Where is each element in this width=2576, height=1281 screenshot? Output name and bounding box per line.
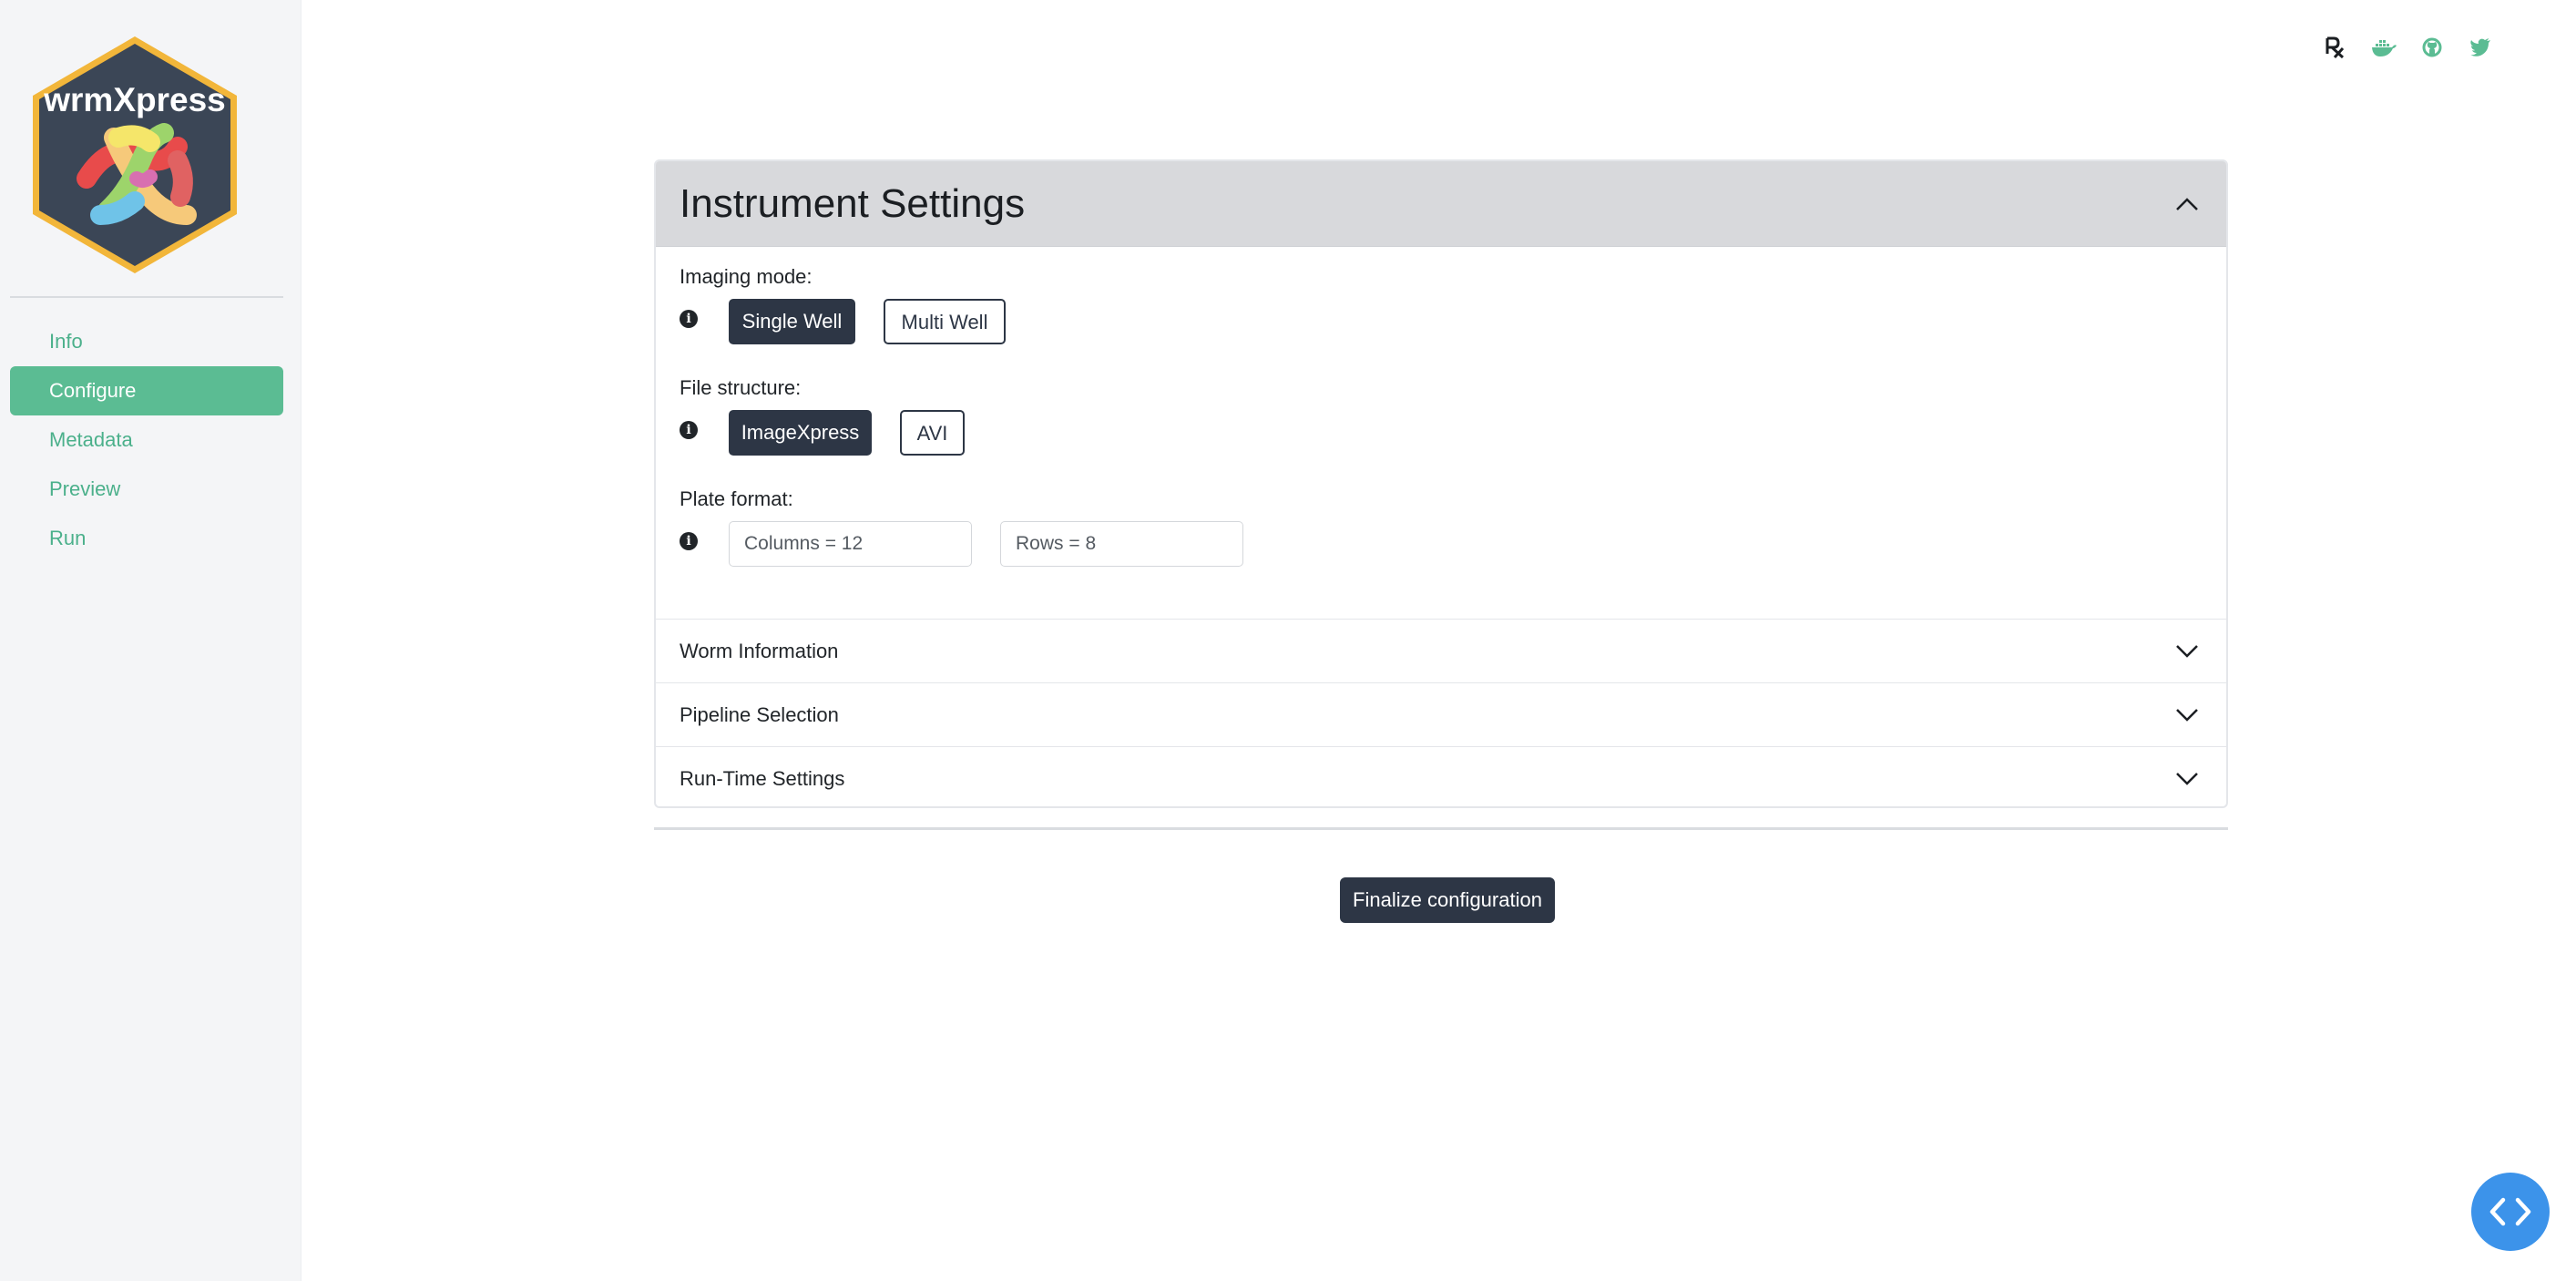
sidebar-divider (10, 296, 283, 298)
divider (654, 827, 2228, 830)
chevron-down-icon[interactable] (2175, 644, 2199, 659)
chevron-down-icon[interactable] (2175, 708, 2199, 722)
code-icon (2489, 1197, 2531, 1226)
accordion-run-time-settings[interactable]: Run-Time Settings (656, 746, 2226, 810)
sidebar-item-metadata[interactable]: Metadata (10, 415, 283, 465)
top-icon-bar (2321, 33, 2514, 62)
instrument-settings-header[interactable]: Instrument Settings (656, 161, 2226, 247)
sidebar: wrmXpress Info Configure Metadata Previe… (0, 0, 302, 1281)
accordion-label: Worm Information (680, 639, 839, 662)
accordion-worm-information[interactable]: Worm Information (656, 619, 2226, 682)
plate-format-info-icon[interactable]: i (680, 532, 698, 550)
wrmxpress-logo[interactable]: wrmXpress (27, 33, 242, 277)
github-icon[interactable] (2418, 33, 2447, 62)
rows-input[interactable]: Rows = 8 (1000, 521, 1243, 567)
imagexpress-button[interactable]: ImageXpress (729, 410, 872, 456)
multi-well-button[interactable]: Multi Well (884, 299, 1006, 344)
instrument-settings-card: Instrument Settings Imaging mode: i Sing… (654, 159, 2228, 808)
card-title: Instrument Settings (680, 180, 1026, 226)
rx-icon[interactable] (2321, 33, 2350, 62)
finalize-configuration-button[interactable]: Finalize configuration (1340, 877, 1555, 923)
sidebar-item-configure[interactable]: Configure (10, 366, 283, 415)
imaging-mode-label: Imaging mode: (680, 265, 813, 288)
sidebar-nav: Info Configure Metadata Preview Run (10, 317, 283, 563)
columns-input[interactable]: Columns = 12 (729, 521, 972, 567)
sidebar-item-info[interactable]: Info (10, 317, 283, 366)
file-structure-info-icon[interactable]: i (680, 421, 698, 439)
docker-icon[interactable] (2369, 33, 2398, 62)
chevron-down-icon[interactable] (2175, 772, 2199, 786)
accordion-label: Pipeline Selection (680, 702, 839, 726)
sidebar-item-run[interactable]: Run (10, 514, 283, 563)
chevron-up-icon[interactable] (2175, 197, 2199, 211)
logo-text: wrmXpress (43, 81, 226, 118)
imaging-mode-info-icon[interactable]: i (680, 310, 698, 328)
single-well-button[interactable]: Single Well (729, 299, 855, 344)
avi-button[interactable]: AVI (900, 410, 965, 456)
accordion-pipeline-selection[interactable]: Pipeline Selection (656, 682, 2226, 746)
accordion-label: Run-Time Settings (680, 766, 845, 790)
twitter-icon[interactable] (2466, 33, 2495, 62)
plate-format-label: Plate format: (680, 487, 793, 510)
file-structure-label: File structure: (680, 376, 802, 399)
sidebar-item-preview[interactable]: Preview (10, 465, 283, 514)
code-toggle-button[interactable] (2471, 1173, 2550, 1251)
